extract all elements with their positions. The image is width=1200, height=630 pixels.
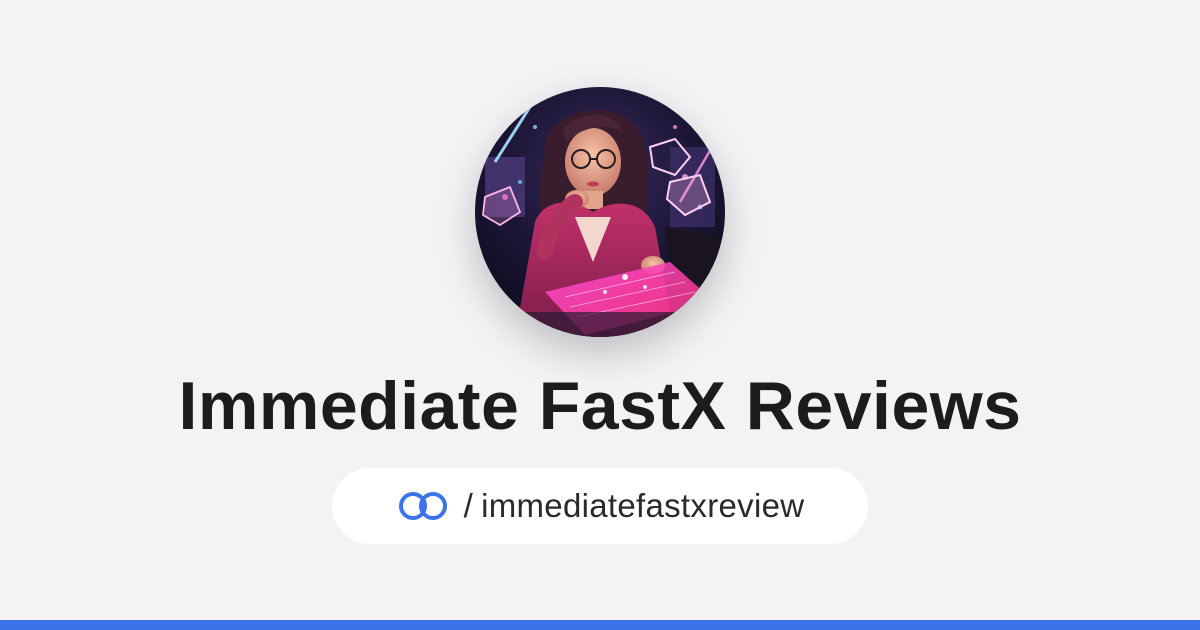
- profile-avatar: [475, 87, 725, 337]
- page-title: Immediate FastX Reviews: [178, 368, 1022, 444]
- handle-username: immediatefastxreview: [481, 487, 805, 524]
- profile-handle: / immediatefastxreview: [464, 487, 805, 525]
- handle-separator: /: [463, 487, 474, 524]
- profile-link-pill[interactable]: / immediatefastxreview: [332, 468, 868, 544]
- link-rings-icon: [398, 492, 447, 520]
- avatar-illustration: [475, 87, 725, 337]
- accent-bar: [0, 620, 1200, 630]
- profile-card: Immediate FastX Reviews / immediatefastxr…: [0, 0, 1200, 630]
